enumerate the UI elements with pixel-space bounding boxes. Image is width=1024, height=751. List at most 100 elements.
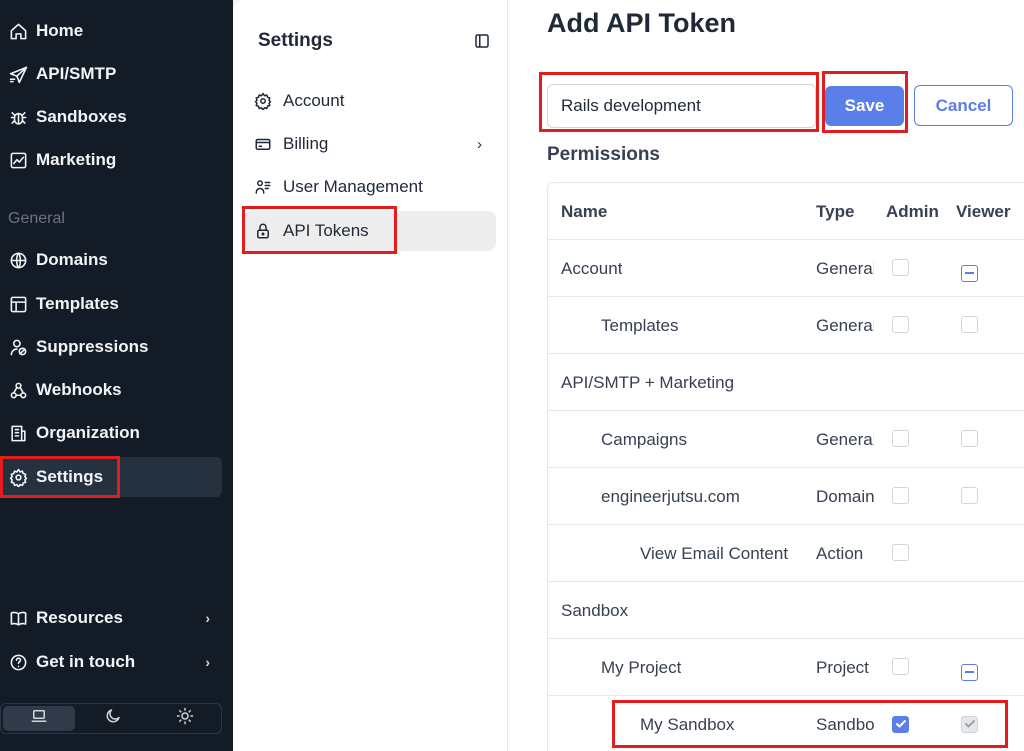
- admin-checkbox[interactable]: [892, 658, 909, 675]
- nav-item-label: Domains: [36, 250, 108, 269]
- nav-item-label: Suppressions: [36, 337, 149, 356]
- table-row: Campaigns General: [548, 411, 1024, 468]
- admin-checkbox[interactable]: [892, 259, 909, 276]
- settings-item-label: User Management: [283, 177, 423, 196]
- table-row: engineerjutsu.com Domain: [548, 468, 1024, 525]
- nav-item-label: Marketing: [36, 150, 117, 169]
- column-header-name: Name: [561, 201, 608, 221]
- nav-item-domains[interactable]: Domains: [0, 240, 222, 280]
- admin-checkbox[interactable]: [892, 487, 909, 504]
- table-row: View Email Content Action: [548, 525, 1024, 582]
- settings-item-label: Account: [283, 91, 345, 110]
- table-header: Name Type Admin Viewer: [548, 183, 1024, 240]
- permission-type: General: [816, 315, 874, 335]
- chevron-right-icon: ›: [477, 135, 482, 153]
- permissions-table: Name Type Admin Viewer Account General Tem…: [547, 182, 1024, 751]
- viewer-checkbox[interactable]: [961, 264, 978, 282]
- settings-item-api-tokens[interactable]: API Tokens: [243, 211, 496, 251]
- settings-item-account[interactable]: Account: [243, 81, 496, 121]
- nav-item-templates[interactable]: Templates: [0, 284, 222, 324]
- theme-system-button[interactable]: [3, 706, 75, 731]
- nav-item-get-in-touch[interactable]: Get in touch ›: [0, 642, 222, 682]
- card-icon: [253, 134, 273, 154]
- settings-title: Settings: [258, 30, 333, 51]
- settings-item-label: Billing: [283, 134, 329, 153]
- help-icon: [8, 652, 28, 672]
- chevron-right-icon: ›: [205, 610, 210, 626]
- admin-checkbox[interactable]: [892, 430, 909, 447]
- permission-name: Account: [561, 258, 623, 278]
- viewer-checkbox[interactable]: [961, 430, 978, 447]
- table-row: Sandbox: [548, 582, 1024, 639]
- permission-name: View Email Content: [640, 543, 789, 563]
- nav-item-sandboxes[interactable]: Sandboxes: [0, 97, 222, 137]
- globe-icon: [8, 250, 28, 270]
- settings-item-user-management[interactable]: User Management: [243, 167, 496, 207]
- theme-dark-button[interactable]: [77, 704, 149, 733]
- webhook-icon: [8, 380, 28, 400]
- nav-item-label: API/SMTP: [36, 64, 117, 83]
- column-header-type: Type: [816, 201, 855, 221]
- moon-icon: [104, 707, 122, 730]
- permissions-title: Permissions: [547, 144, 660, 165]
- column-header-admin: Admin: [886, 201, 939, 221]
- viewer-checkbox: [961, 715, 978, 733]
- table-row: Account General: [548, 240, 1024, 297]
- viewer-checkbox[interactable]: [961, 663, 978, 681]
- permission-name: engineerjutsu.com: [601, 486, 740, 506]
- permission-name: My Sandbox: [640, 714, 735, 734]
- book-icon: [8, 608, 28, 628]
- permission-type: Action: [816, 543, 864, 563]
- gear-icon: [253, 91, 273, 111]
- settings-item-billing[interactable]: Billing ›: [243, 124, 496, 164]
- table-row: My Sandbox Sandbox: [548, 696, 1024, 751]
- nav-item-api-smtp[interactable]: API/SMTP: [0, 54, 222, 94]
- token-name-input[interactable]: [547, 84, 816, 128]
- nav-item-marketing[interactable]: Marketing: [0, 140, 222, 180]
- permission-name: Sandbox: [561, 600, 629, 620]
- table-row: My Project Project: [548, 639, 1024, 696]
- sidebar-toggle-icon[interactable]: [473, 32, 491, 50]
- page-title: Add API Token: [547, 8, 736, 38]
- theme-light-button[interactable]: [149, 704, 221, 733]
- admin-checkbox[interactable]: [892, 316, 909, 333]
- admin-checkbox[interactable]: [892, 715, 909, 733]
- sun-icon: [176, 707, 194, 730]
- nav-item-label: Resources: [36, 608, 123, 627]
- main-nav: Home API/SMTP Sandboxes Marketing Genera…: [0, 0, 233, 751]
- permission-name: My Project: [601, 657, 682, 677]
- permission-name: API/SMTP + Marketing: [561, 372, 735, 392]
- theme-switcher: [0, 703, 222, 734]
- permission-name: Templates: [601, 315, 679, 335]
- nav-item-settings[interactable]: Settings: [0, 457, 222, 497]
- nav-item-label: Sandboxes: [36, 107, 127, 126]
- template-icon: [8, 294, 28, 314]
- cancel-button[interactable]: Cancel: [914, 85, 1013, 126]
- bug-icon: [8, 107, 28, 127]
- permission-type: General: [816, 258, 874, 278]
- table-row: API/SMTP + Marketing: [548, 354, 1024, 411]
- settings-panel: Settings Account Billing › User Manageme…: [233, 0, 508, 751]
- nav-item-resources[interactable]: Resources ›: [0, 598, 222, 638]
- user-block-icon: [8, 337, 28, 357]
- nav-item-label: Webhooks: [36, 380, 122, 399]
- nav-item-label: Get in touch: [36, 652, 136, 671]
- chevron-right-icon: ›: [205, 654, 210, 670]
- viewer-checkbox[interactable]: [961, 487, 978, 504]
- permission-name: Campaigns: [601, 429, 687, 449]
- nav-section-general: General: [8, 210, 65, 227]
- laptop-icon: [30, 707, 48, 730]
- nav-item-home[interactable]: Home: [0, 11, 222, 51]
- send-icon: [8, 64, 28, 84]
- permission-type: General: [816, 429, 874, 449]
- main-content: Add API Token Save Cancel Permissions Na…: [508, 0, 1024, 751]
- nav-item-organization[interactable]: Organization: [0, 413, 222, 453]
- admin-checkbox[interactable]: [892, 544, 909, 561]
- permission-type: [816, 354, 874, 411]
- nav-item-label: Templates: [36, 294, 119, 313]
- save-button[interactable]: Save: [825, 86, 904, 126]
- lock-icon: [253, 221, 273, 241]
- nav-item-suppressions[interactable]: Suppressions: [0, 327, 222, 367]
- nav-item-webhooks[interactable]: Webhooks: [0, 370, 222, 410]
- viewer-checkbox[interactable]: [961, 316, 978, 333]
